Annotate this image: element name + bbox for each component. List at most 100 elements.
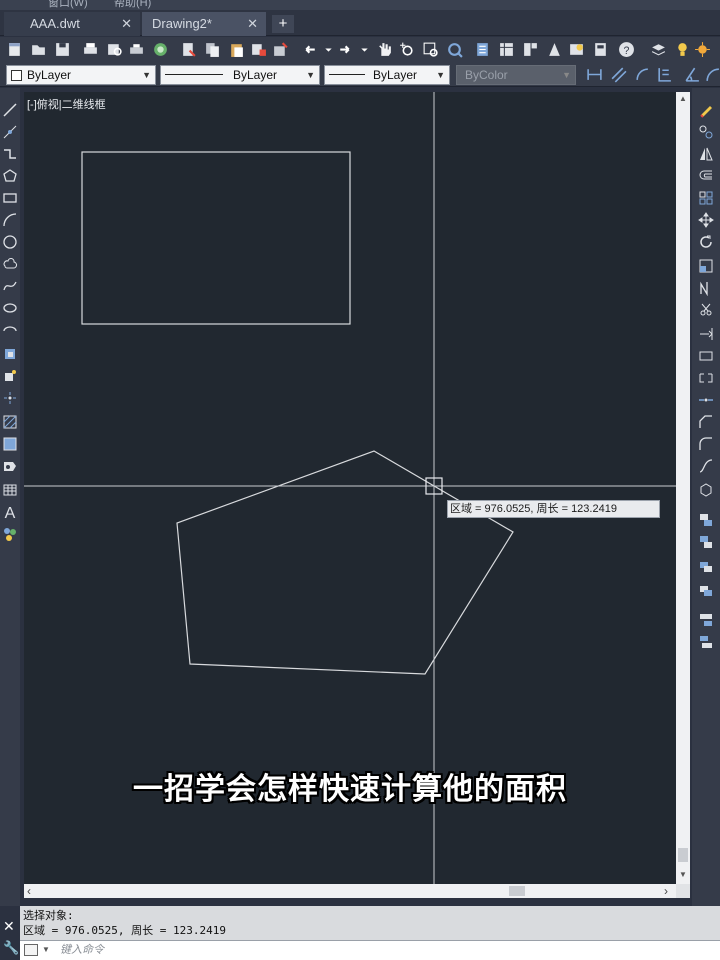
menu-help[interactable]: 帮助(H) (114, 0, 151, 10)
viewport-controls[interactable]: [-]俯视|二维线框 (27, 96, 106, 112)
chamfer-icon[interactable] (698, 414, 714, 430)
gradient-icon[interactable] (2, 436, 18, 452)
plot-preview-icon[interactable] (106, 41, 123, 58)
aligned-dimension-icon[interactable] (610, 66, 627, 83)
arc-icon[interactable] (2, 212, 18, 228)
rectangle-icon[interactable] (2, 190, 18, 206)
pan-icon[interactable] (376, 41, 393, 58)
tab-drawing2[interactable]: Drawing2* ✕ (142, 12, 266, 36)
polyline-icon[interactable] (2, 146, 18, 162)
drawing-canvas[interactable]: [-]俯视|二维线框 区域 = 976.0525, 周长 = 123.2419 … (24, 92, 676, 884)
copy-icon[interactable] (204, 41, 221, 58)
polygon-icon[interactable] (2, 168, 18, 184)
scroll-thumb[interactable] (678, 848, 688, 862)
redo-icon[interactable] (336, 41, 353, 58)
angular-dimension-icon[interactable] (684, 66, 701, 83)
zoom-previous-icon[interactable] (446, 41, 463, 58)
bring-above-icon[interactable] (698, 558, 714, 574)
arc-length-icon[interactable] (634, 66, 651, 83)
3d-box-icon[interactable] (698, 482, 714, 498)
table-icon[interactable] (2, 482, 18, 498)
zoom-realtime-icon[interactable] (398, 41, 415, 58)
spline-icon[interactable] (2, 278, 18, 294)
3d-print-icon[interactable] (152, 41, 169, 58)
draw-order-back-icon[interactable] (698, 534, 714, 550)
circle-icon[interactable] (2, 234, 18, 250)
linetype-dropdown[interactable]: ByLayer ▼ (160, 65, 320, 85)
scroll-right-icon[interactable]: › (664, 884, 668, 898)
linear-dimension-icon[interactable] (586, 66, 603, 83)
command-input[interactable]: ▼ 键入命令 (20, 940, 720, 960)
break-at-point-icon[interactable] (698, 348, 714, 364)
stretch-icon[interactable] (698, 280, 714, 297)
scroll-thumb[interactable] (509, 886, 525, 896)
color-dropdown[interactable]: ByLayer ▼ (6, 65, 156, 85)
join-icon[interactable] (698, 392, 714, 408)
properties-icon[interactable] (474, 41, 491, 58)
ordinate-dimension-icon[interactable] (656, 66, 673, 83)
hatch-icon[interactable] (2, 414, 18, 430)
fillet-icon[interactable] (698, 436, 714, 452)
ellipse-icon[interactable] (2, 300, 18, 316)
point-icon[interactable] (2, 390, 18, 406)
polygon-shape[interactable] (176, 450, 514, 675)
offset-icon[interactable] (698, 168, 714, 184)
ellipse-arc-icon[interactable] (2, 322, 18, 338)
construction-line-icon[interactable] (2, 124, 18, 140)
layer-thaw-icon[interactable] (694, 41, 711, 58)
move-icon[interactable] (698, 212, 714, 228)
revision-cloud-icon[interactable] (2, 256, 18, 272)
new-file-icon[interactable] (6, 41, 23, 58)
array-icon[interactable] (698, 190, 714, 206)
region-icon[interactable] (2, 458, 18, 474)
redo-dropdown-icon[interactable] (356, 41, 368, 58)
layer-properties-icon[interactable] (650, 41, 667, 58)
extend-icon[interactable] (698, 326, 714, 342)
text-to-front-icon[interactable] (698, 612, 714, 628)
mirror-icon[interactable] (698, 146, 714, 162)
undo-icon[interactable] (302, 41, 319, 58)
insert-block-icon[interactable] (2, 346, 18, 362)
cut-icon[interactable] (180, 41, 197, 58)
match-properties-icon[interactable] (250, 41, 267, 58)
scale-icon[interactable] (698, 258, 714, 274)
scroll-up-icon[interactable]: ▲ (676, 94, 690, 103)
print-icon[interactable] (82, 41, 99, 58)
blend-curves-icon[interactable] (698, 458, 714, 474)
design-center-icon[interactable] (498, 41, 515, 58)
rectangle-shape[interactable] (81, 151, 351, 325)
line-icon[interactable] (2, 102, 18, 118)
make-block-icon[interactable] (2, 368, 18, 384)
break-icon[interactable] (698, 370, 714, 386)
block-editor-icon[interactable] (272, 41, 289, 58)
command-prompt-icon[interactable] (24, 944, 38, 956)
calculator-icon[interactable] (592, 41, 609, 58)
send-under-icon[interactable] (698, 582, 714, 598)
chevron-down-icon[interactable]: ▼ (42, 941, 50, 959)
save-icon[interactable] (54, 41, 71, 58)
vertical-scrollbar[interactable]: ▲ ▼ (676, 92, 690, 884)
rotate-icon[interactable] (698, 234, 714, 250)
layer-on-icon[interactable] (674, 41, 691, 58)
tool-palettes-icon[interactable] (522, 41, 539, 58)
scroll-down-icon[interactable]: ▼ (676, 870, 690, 879)
scroll-left-icon[interactable]: ‹ (27, 884, 31, 898)
close-icon[interactable]: ✕ (3, 918, 15, 935)
open-file-icon[interactable] (30, 41, 47, 58)
close-icon[interactable]: ✕ (247, 12, 258, 36)
add-selected-icon[interactable] (2, 526, 18, 542)
wrench-icon[interactable]: 🔧 (3, 940, 19, 956)
radius-dimension-icon[interactable] (704, 66, 720, 83)
publish-icon[interactable] (128, 41, 145, 58)
lineweight-dropdown[interactable]: ByLayer ▼ (324, 65, 450, 85)
markup-icon[interactable] (568, 41, 585, 58)
multiline-text-icon[interactable]: A (2, 504, 18, 522)
new-tab-button[interactable]: + (272, 15, 294, 33)
undo-dropdown-icon[interactable] (320, 41, 332, 58)
hatch-to-back-icon[interactable] (698, 634, 714, 650)
horizontal-scrollbar[interactable]: ‹ › (24, 884, 676, 898)
draw-order-front-icon[interactable] (698, 512, 714, 528)
tab-aaa-dwt[interactable]: AAA.dwt ✕ (4, 12, 140, 36)
zoom-window-icon[interactable] (422, 41, 439, 58)
paste-icon[interactable] (228, 41, 245, 58)
